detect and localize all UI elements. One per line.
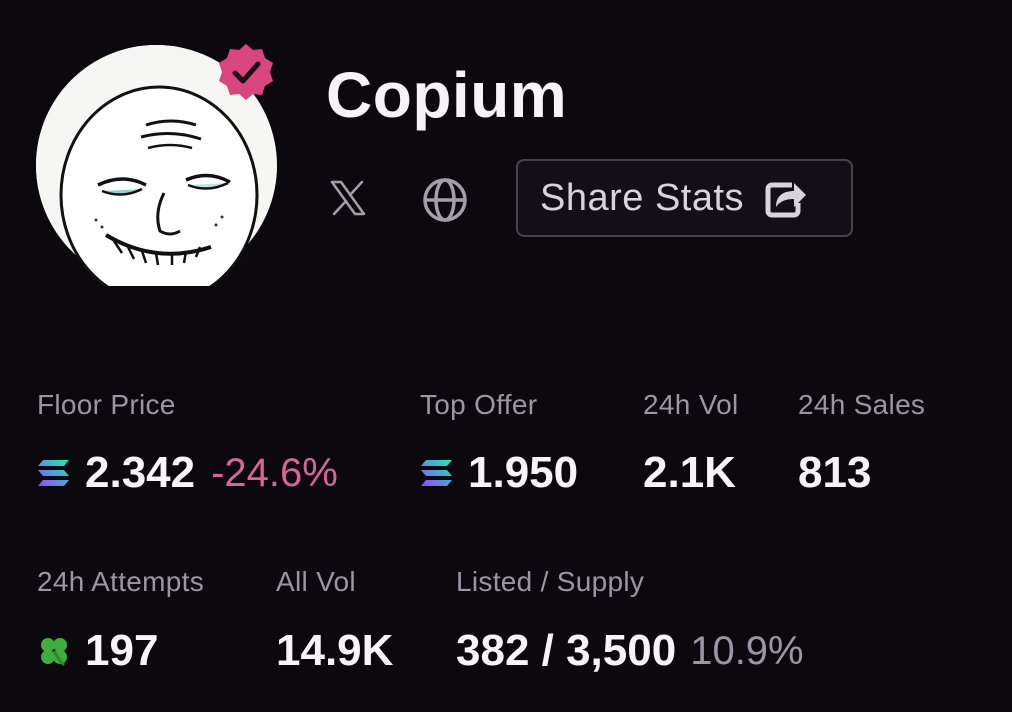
verified-badge-icon	[219, 44, 273, 100]
share-external-icon	[765, 182, 807, 218]
collection-stats-panel: Copium Share Stats Floor Price 2.342 -24	[0, 0, 1012, 712]
top-offer-value: 1.950	[468, 448, 579, 497]
four-leaf-clover-icon	[41, 638, 67, 667]
floor-price-value: 2.342	[85, 448, 196, 497]
solana-icon	[421, 460, 452, 486]
sales-24h-value: 813	[798, 448, 872, 497]
attempts-24h-label: 24h Attempts	[37, 566, 205, 597]
attempts-24h-value-group: 197	[37, 626, 158, 676]
share-stats-button[interactable]: Share Stats	[516, 159, 853, 237]
all-vol-value: 14.9K	[276, 626, 394, 675]
listed-supply-value-group: 382 / 3,500 10.9%	[456, 626, 804, 676]
all-vol-label: All Vol	[276, 566, 356, 597]
collection-title: Copium	[326, 59, 568, 131]
vol-24h-value: 2.1K	[643, 448, 736, 497]
floor-price-value-group: 2.342 -24.6%	[37, 448, 338, 498]
sales-24h-label: 24h Sales	[798, 389, 926, 420]
x-logo-icon[interactable]	[328, 178, 368, 218]
listed-supply-label: Listed / Supply	[456, 566, 645, 597]
floor-price-label: Floor Price	[37, 389, 176, 420]
vol-24h-label: 24h Vol	[643, 389, 739, 420]
top-offer-label: Top Offer	[420, 389, 538, 420]
attempts-24h-value: 197	[85, 626, 159, 675]
top-offer-value-group: 1.950	[420, 448, 578, 498]
listed-supply-percent: 10.9%	[690, 628, 804, 673]
share-stats-label: Share Stats	[540, 176, 745, 219]
solana-icon	[38, 460, 69, 486]
listed-supply-value: 382 / 3,500	[456, 626, 677, 675]
globe-icon[interactable]	[421, 176, 469, 224]
floor-price-change: -24.6%	[211, 450, 338, 495]
